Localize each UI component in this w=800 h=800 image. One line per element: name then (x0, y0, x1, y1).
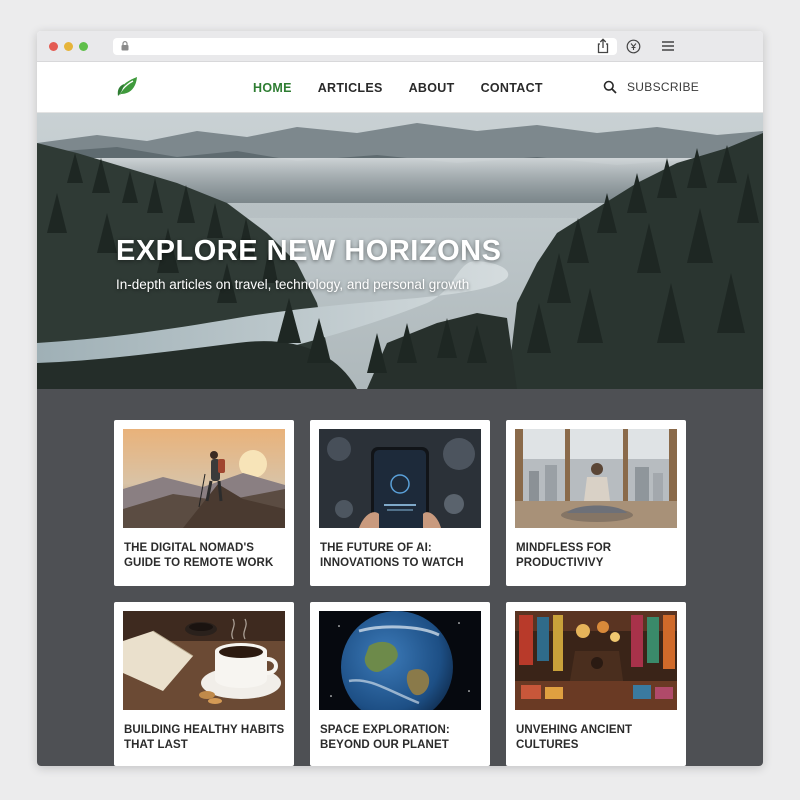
article-title: MINDFLESS FOR PRODUCTIVIVY (516, 542, 612, 569)
article-card[interactable]: UNVEHING ANCIENT CULTURES (506, 602, 686, 766)
close-window-button[interactable] (49, 42, 58, 51)
article-card[interactable]: THE FUTURE OF AI: INNOVATIONS TO WATCH (310, 420, 490, 586)
article-thumbnail-earth (319, 611, 481, 710)
nav-home[interactable]: HOME (253, 81, 292, 95)
articles-grid: THE DIGITAL NOMAD'S GUIDE TO REMOTE WORK (37, 389, 763, 766)
minimize-window-button[interactable] (64, 42, 73, 51)
article-thumbnail-coffee (123, 611, 285, 710)
browser-window: HOME ARTICLES ABOUT CONTACT SUBSCRIBE EX… (37, 31, 763, 766)
nav-articles[interactable]: ARTICLES (318, 81, 383, 95)
subscribe-link[interactable]: SUBSCRIBE (627, 80, 699, 94)
leaf-logo-icon[interactable] (115, 74, 139, 98)
article-title: SPACE EXPLORATION: BEYOND OUR PLANET (320, 724, 450, 751)
article-title: BUILDING HEALTHY HABITS THAT LAST (124, 724, 285, 751)
article-card[interactable]: THE DIGITAL NOMAD'S GUIDE TO REMOTE WORK (114, 420, 294, 586)
article-title: UNVEHING ANCIENT CULTURES (516, 724, 633, 751)
search-icon[interactable] (603, 80, 617, 94)
article-title: THE DIGITAL NOMAD'S GUIDE TO REMOTE WORK (124, 542, 274, 569)
wallet-icon[interactable] (626, 39, 641, 54)
menu-icon[interactable] (661, 40, 675, 52)
hero-banner: EXPLORE NEW HORIZONS In-depth articles o… (37, 113, 763, 389)
article-thumbnail-phone (319, 429, 481, 528)
nav-about[interactable]: ABOUT (409, 81, 455, 95)
article-thumbnail-meditation (515, 429, 677, 528)
article-card[interactable]: SPACE EXPLORATION: BEYOND OUR PLANET (310, 602, 490, 766)
main-nav: HOME ARTICLES ABOUT CONTACT (253, 62, 569, 113)
browser-chrome (37, 31, 763, 62)
hero-subtitle: In-depth articles on travel, technology,… (116, 277, 470, 292)
address-bar[interactable] (113, 38, 617, 55)
article-title: THE FUTURE OF AI: INNOVATIONS TO WATCH (320, 542, 464, 569)
nav-contact[interactable]: CONTACT (481, 81, 543, 95)
lock-icon (121, 41, 129, 51)
article-thumbnail-hiker (123, 429, 285, 528)
article-card[interactable]: MINDFLESS FOR PRODUCTIVIVY (506, 420, 686, 586)
hero-title: EXPLORE NEW HORIZONS (116, 235, 502, 267)
share-icon[interactable] (596, 38, 610, 54)
site-header: HOME ARTICLES ABOUT CONTACT SUBSCRIBE (37, 62, 763, 113)
article-card[interactable]: BUILDING HEALTHY HABITS THAT LAST (114, 602, 294, 766)
article-thumbnail-market (515, 611, 677, 710)
maximize-window-button[interactable] (79, 42, 88, 51)
